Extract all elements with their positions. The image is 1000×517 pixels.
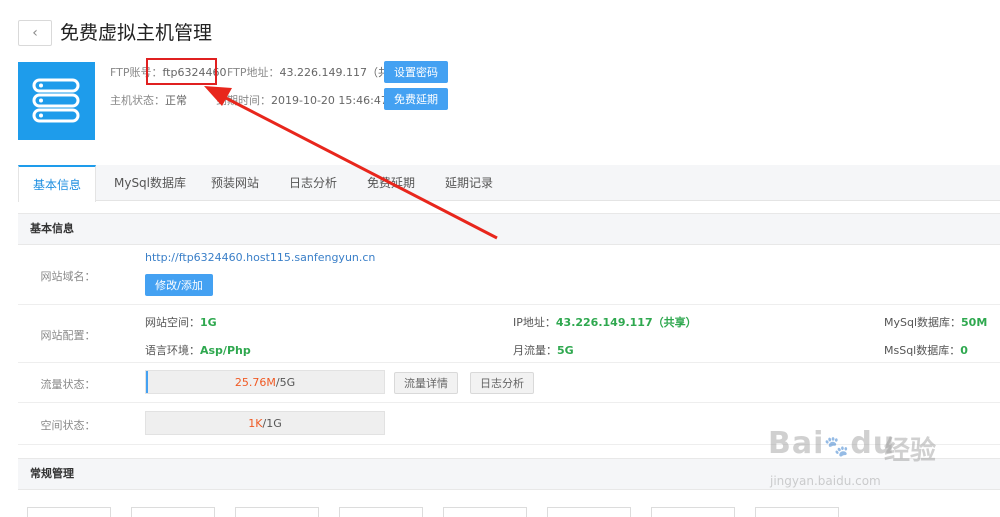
chevron-left-icon: ‹ <box>32 25 38 41</box>
lang-label: 语言环境： <box>145 344 200 357</box>
ip-label: IP地址： <box>513 316 556 329</box>
config-label: 网站配置： <box>40 329 96 342</box>
page-title: 免费虚拟主机管理 <box>60 22 213 44</box>
mssql-value: 0 <box>960 344 968 357</box>
management-card[interactable] <box>27 507 111 517</box>
lang-value: Asp/Php <box>200 344 251 357</box>
management-card[interactable] <box>339 507 423 517</box>
tab-log-analysis[interactable]: 日志分析 <box>282 165 344 201</box>
traffic-total: /5G <box>275 375 296 389</box>
tab-extend-records[interactable]: 延期记录 <box>438 165 500 201</box>
management-card[interactable] <box>443 507 527 517</box>
traffic-row: 流量状态： 25.76M/5G 流量详情 日志分析 <box>18 363 1000 403</box>
tab-preinstalled-sites[interactable]: 预装网站 <box>204 165 266 201</box>
mssql-label: MsSql数据库： <box>884 344 961 357</box>
management-card[interactable] <box>651 507 735 517</box>
tab-bar: 基本信息 MySql数据库 预装网站 日志分析 免费延期 延期记录 <box>18 165 1000 202</box>
month-traffic-value: 5G <box>557 344 574 357</box>
ftp-address-label: FTP地址： <box>227 66 280 79</box>
host-status: 主机状态：正常 <box>110 94 187 108</box>
domain-row: 网站域名： http://ftp6324460.host115.sanfengy… <box>18 245 1000 305</box>
expire-time-value: 2019-10-20 15:46:47 <box>271 94 388 107</box>
management-card[interactable] <box>547 507 631 517</box>
lang-field: 语言环境：Asp/Php <box>145 342 251 358</box>
expire-time: 到期时间：2019-10-20 15:46:47 <box>216 94 388 108</box>
space-field: 网站空间：1G <box>145 314 217 330</box>
watermark-brand: Bai🐾du <box>768 426 896 461</box>
traffic-usage-fill <box>146 371 148 393</box>
space-status-label: 空间状态： <box>40 419 96 432</box>
traffic-detail-button[interactable]: 流量详情 <box>394 372 458 394</box>
month-traffic-field: 月流量：5G <box>513 342 574 358</box>
host-status-label: 主机状态： <box>110 94 165 107</box>
space-used: 1K <box>248 416 263 430</box>
tab-basic-info[interactable]: 基本信息 <box>18 165 96 202</box>
back-button[interactable]: ‹ <box>18 20 52 46</box>
month-traffic-label: 月流量： <box>513 344 557 357</box>
server-stack-icon <box>18 62 95 140</box>
space-total: /1G <box>262 416 282 430</box>
mysql-value: 50M <box>961 316 988 329</box>
host-status-value: 正常 <box>165 94 187 107</box>
tab-free-extend[interactable]: 免费延期 <box>360 165 422 201</box>
traffic-used: 25.76M <box>234 375 276 389</box>
domain-link[interactable]: http://ftp6324460.host115.sanfengyun.cn <box>145 251 375 264</box>
space-value: 1G <box>200 316 217 329</box>
log-analysis-button[interactable]: 日志分析 <box>470 372 534 394</box>
edit-domain-button[interactable]: 修改/添加 <box>145 274 213 296</box>
mssql-field: MsSql数据库：0 <box>884 342 968 358</box>
traffic-usage-bar: 25.76M/5G <box>145 370 385 394</box>
ip-value: 43.226.149.117（共享） <box>555 316 697 329</box>
host-management-page: ‹ 免费虚拟主机管理 FTP账号：ftp6324460 FTP地址：43.226… <box>0 0 1000 517</box>
mysql-label: MySql数据库： <box>884 316 962 329</box>
expire-time-label: 到期时间： <box>216 94 271 107</box>
paw-icon: 🐾 <box>824 434 851 458</box>
baidu-jingyan-watermark: Bai🐾du 经验 jingyan.baidu.com <box>768 426 988 496</box>
config-row: 网站配置： 网站空间：1G IP地址：43.226.149.117（共享） My… <box>18 305 1000 363</box>
traffic-label: 流量状态： <box>40 378 96 391</box>
set-password-button[interactable]: 设置密码 <box>384 61 448 83</box>
basic-info-section-title: 基本信息 <box>18 213 1000 245</box>
tab-mysql[interactable]: MySql数据库 <box>102 165 198 201</box>
space-label: 网站空间： <box>145 316 200 329</box>
watermark-url: jingyan.baidu.com <box>770 474 881 488</box>
management-card[interactable] <box>131 507 215 517</box>
management-card[interactable] <box>235 507 319 517</box>
annotation-highlight-box <box>146 58 217 85</box>
free-extend-button[interactable]: 免费延期 <box>384 88 448 110</box>
space-usage-bar: 1K/1G <box>145 411 385 435</box>
ip-field: IP地址：43.226.149.117（共享） <box>513 314 697 330</box>
mysql-field: MySql数据库：50M <box>884 314 987 330</box>
domain-label: 网站域名： <box>40 270 96 283</box>
management-card[interactable] <box>755 507 839 517</box>
watermark-brand-cn: 经验 <box>884 436 937 466</box>
